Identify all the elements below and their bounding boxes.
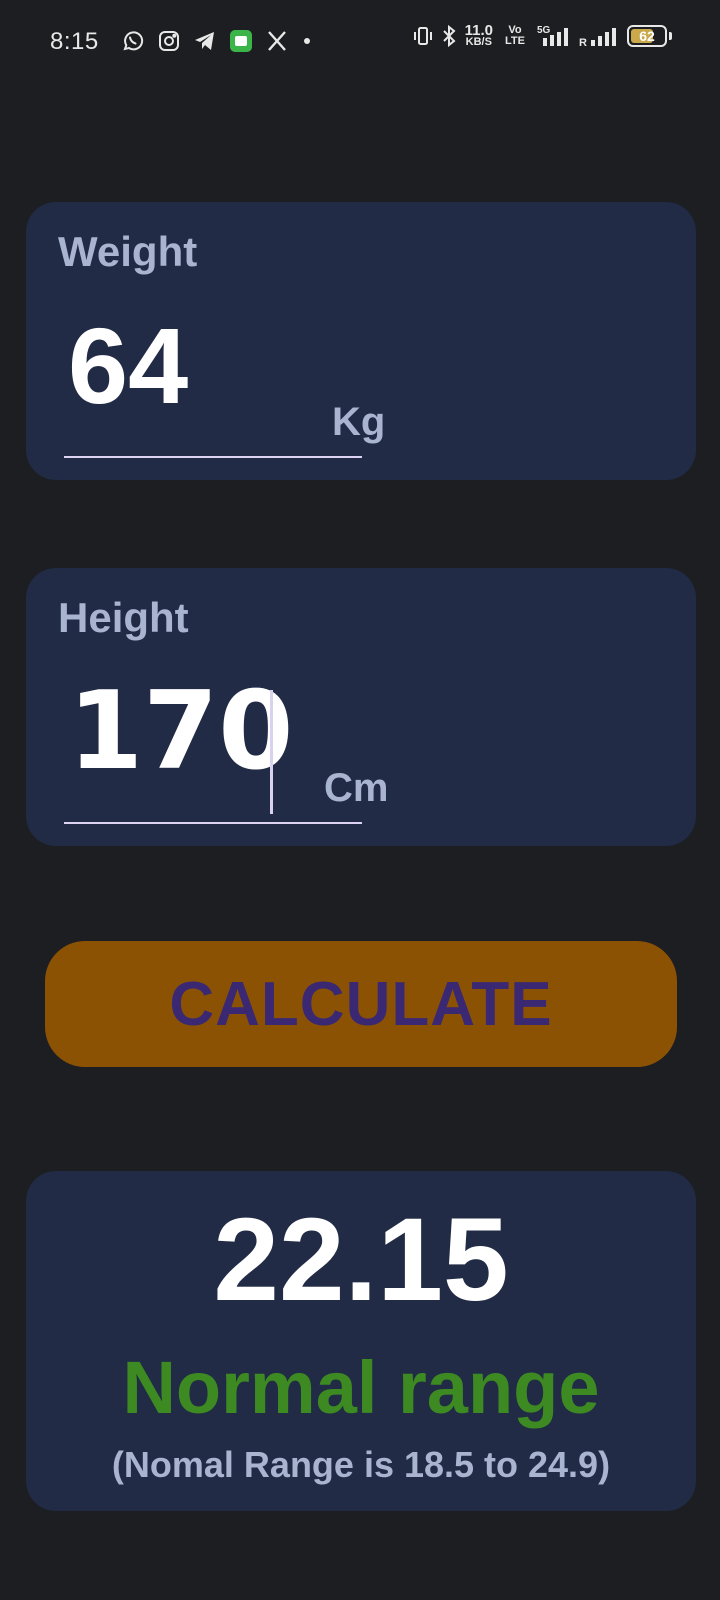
net-speed: 11.0 KB/S <box>464 22 493 48</box>
svg-text:R: R <box>579 37 587 48</box>
bmi-value: 22.15 <box>213 1194 509 1326</box>
weight-unit: Kg <box>332 400 386 444</box>
height-label: Height <box>58 594 189 641</box>
svg-text:5G: 5G <box>537 25 551 36</box>
more-dot-icon <box>304 38 310 44</box>
height-card: Height 170 Cm <box>26 568 696 846</box>
weight-input[interactable]: 64 <box>68 312 188 420</box>
weight-card: Weight 64 Kg <box>26 202 696 480</box>
height-input-underline <box>64 822 362 824</box>
status-bar: 8:15 11.0 KB/S Vo LTE 5G R 62 <box>0 0 720 86</box>
normal-range-note: (Nomal Range is 18.5 to 24.9) <box>111 1444 611 1485</box>
bluetooth-icon <box>442 24 456 48</box>
vibrate-icon <box>413 27 432 45</box>
weight-label: Weight <box>58 228 198 275</box>
bmi-calculator-screen: 8:15 11.0 KB/S Vo LTE 5G R 62 Weight 64 … <box>0 0 720 1600</box>
battery-icon: 62 <box>627 25 667 47</box>
height-unit: Cm <box>324 766 389 810</box>
result-card: 22.15 Normal range (Nomal Range is 18.5 … <box>26 1171 696 1511</box>
telegram-icon <box>192 28 218 54</box>
whatsapp-icon <box>120 28 146 54</box>
height-input[interactable]: 170 <box>68 678 293 786</box>
text-cursor <box>270 690 273 814</box>
notification-icons <box>120 28 310 54</box>
status-time: 8:15 <box>50 28 99 55</box>
weight-input-underline <box>64 456 362 458</box>
signal-icon: 5G <box>537 25 568 46</box>
volte-indicator: Vo LTE <box>505 24 525 47</box>
x-icon <box>264 28 290 54</box>
system-icons: 11.0 KB/S Vo LTE 5G R 62 <box>413 22 672 48</box>
signal-roaming-icon: R <box>579 28 616 48</box>
bmi-category: Normal range <box>122 1346 600 1429</box>
instagram-icon <box>156 28 182 54</box>
app-icon <box>228 28 254 54</box>
calculate-button[interactable]: CALCULATE <box>45 941 677 1067</box>
